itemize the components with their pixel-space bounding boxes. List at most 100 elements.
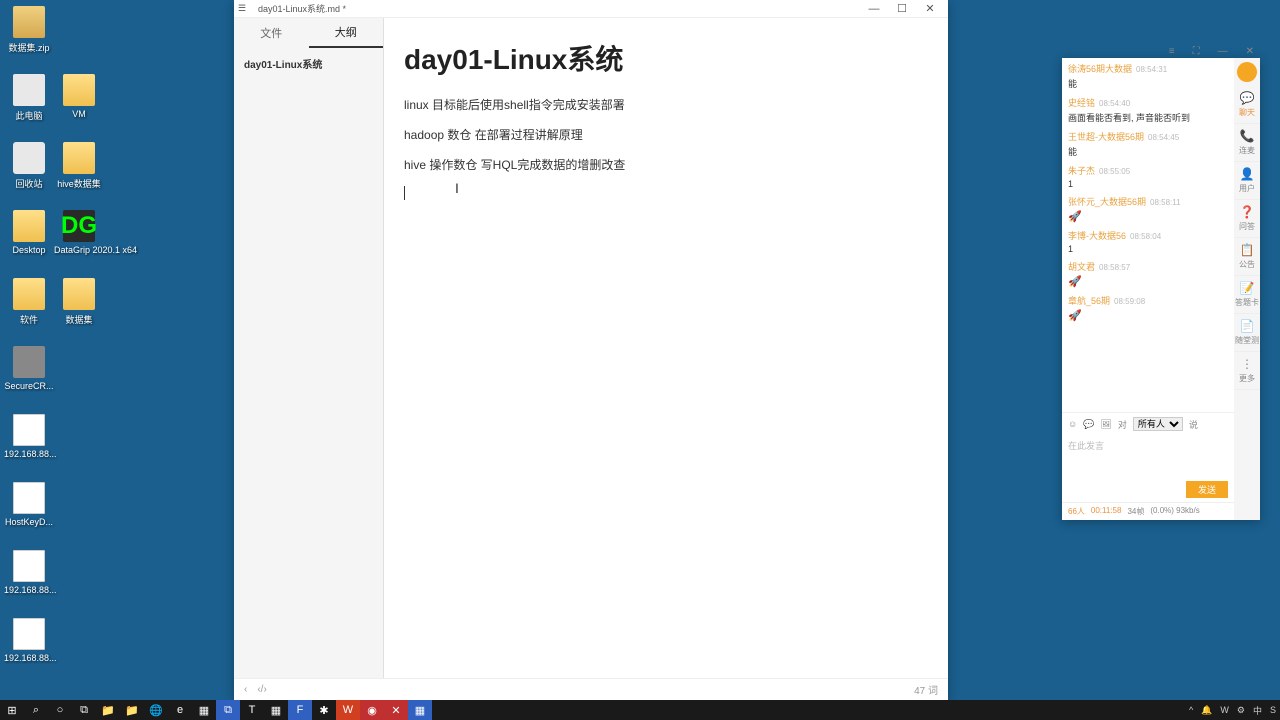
msg-body: 🚀 xyxy=(1068,210,1228,223)
taskbar-vscode[interactable]: ⧉ xyxy=(216,700,240,720)
msg-time: 08:54:45 xyxy=(1148,133,1179,142)
target-label: 对 xyxy=(1118,418,1127,431)
code-icon[interactable]: ‹/› xyxy=(257,684,266,695)
file-icon xyxy=(13,278,45,310)
editor-title: day01-Linux系统.md * xyxy=(258,2,860,15)
file-icon xyxy=(13,142,45,174)
tray-icon[interactable]: 🔔 xyxy=(1201,705,1212,716)
tray-icon[interactable]: ⚙ xyxy=(1237,705,1245,716)
taskbar-app[interactable]: ✕ xyxy=(384,700,408,720)
chat-expand-icon[interactable]: ⛶ xyxy=(1193,46,1200,57)
audience-select[interactable]: 所有人 xyxy=(1133,417,1183,431)
desktop-icon[interactable]: 192.168.88... xyxy=(4,414,54,459)
chat-message: 胡文君08:58:57🚀 xyxy=(1068,260,1228,288)
word-count: 47 词 xyxy=(914,682,938,697)
taskbar-app[interactable]: ◉ xyxy=(360,700,384,720)
side-icon: 📝 xyxy=(1240,281,1255,295)
send-button[interactable]: 发送 xyxy=(1186,481,1228,498)
msg-author: 章航_56期 xyxy=(1068,296,1110,306)
msg-author: 王世超-大数据56期 xyxy=(1068,132,1144,142)
icon-label: 此电脑 xyxy=(4,109,54,122)
taskbar-app[interactable]: ▦ xyxy=(408,700,432,720)
desktop-icon[interactable]: VM xyxy=(54,74,104,119)
taskbar-chrome[interactable]: 🌐 xyxy=(144,700,168,720)
desktop-icon[interactable]: 192.168.88... xyxy=(4,550,54,595)
taskview-button[interactable]: ⧉ xyxy=(72,700,96,720)
taskbar-typora[interactable]: T xyxy=(240,700,264,720)
desktop-icon[interactable]: HostKeyD... xyxy=(4,482,54,527)
msg-author: 胡文君 xyxy=(1068,262,1095,272)
emoji-icon[interactable]: ☺ xyxy=(1068,419,1077,429)
taskbar-app[interactable]: ▦ xyxy=(192,700,216,720)
taskbar-app[interactable]: ▦ xyxy=(264,700,288,720)
cortana-button[interactable]: ○ xyxy=(48,700,72,720)
tray-icon[interactable]: 中 xyxy=(1253,704,1262,717)
taskbar-app[interactable]: W xyxy=(336,700,360,720)
chat-minimize-button[interactable]: — xyxy=(1218,46,1228,57)
maximize-button[interactable]: ☐ xyxy=(888,2,916,15)
chat-message: 朱子杰08:55:051 xyxy=(1068,164,1228,189)
chat-message: 徐涛56期大数据08:54:31能 xyxy=(1068,62,1228,90)
side-icon: 💬 xyxy=(1240,91,1255,105)
editor-titlebar: ☰ day01-Linux系统.md * — ☐ ✕ xyxy=(234,0,948,18)
chat-input[interactable]: 在此发言 xyxy=(1062,435,1234,479)
desktop-icon[interactable]: Desktop xyxy=(4,210,54,255)
start-button[interactable]: ⊞ xyxy=(0,700,24,720)
chat-side-答题卡[interactable]: 📝答题卡 xyxy=(1234,276,1260,314)
icon-label: HostKeyD... xyxy=(4,517,54,527)
chat-message-list[interactable]: 徐涛56期大数据08:54:31能史经铭08:54:40画面看能否看到, 声音能… xyxy=(1062,58,1234,412)
chat-side-随堂测[interactable]: 📄随堂测 xyxy=(1234,314,1260,352)
taskbar-app[interactable]: 📁 xyxy=(96,700,120,720)
frame-rate: 34帧 xyxy=(1127,506,1144,517)
document-line: hadoop 数仓 在部署过程讲解原理 xyxy=(404,126,928,144)
file-icon xyxy=(13,346,45,378)
desktop-icon[interactable]: 此电脑 xyxy=(4,74,54,122)
icon-label: 192.168.88... xyxy=(4,585,54,595)
file-icon xyxy=(13,550,45,582)
chat-side-公告[interactable]: 📋公告 xyxy=(1234,238,1260,276)
tray-icon[interactable]: ^ xyxy=(1189,705,1193,715)
chat-side-更多[interactable]: ⋮更多 xyxy=(1234,352,1260,390)
side-icon: 📄 xyxy=(1240,319,1255,333)
taskbar-app[interactable]: ✱ xyxy=(312,700,336,720)
chat-side-用户[interactable]: 👤用户 xyxy=(1234,162,1260,200)
chat-side-聊天[interactable]: 💬聊天 xyxy=(1234,86,1260,124)
system-tray[interactable]: ^ 🔔 W ⚙ 中S xyxy=(1189,704,1280,717)
search-button[interactable]: ⌕ xyxy=(24,700,48,720)
desktop-icon[interactable]: 数据集 xyxy=(54,278,104,326)
file-icon xyxy=(63,74,95,106)
close-button[interactable]: ✕ xyxy=(916,2,944,15)
chat-bubble-icon[interactable]: 💬 xyxy=(1083,419,1094,430)
outline-item[interactable]: day01-Linux系统 xyxy=(234,48,383,79)
desktop-icon[interactable]: 软件 xyxy=(4,278,54,326)
chat-menu-icon[interactable]: ≡ xyxy=(1169,46,1175,57)
editor-statusbar: ‹ ‹/› 47 词 xyxy=(234,678,948,700)
hamburger-icon[interactable]: ☰ xyxy=(238,3,252,14)
editor-content[interactable]: day01-Linux系统 linux 目标能后使用shell指令完成安装部署 … xyxy=(384,18,948,678)
tray-icon[interactable]: S xyxy=(1270,705,1276,715)
taskbar-app[interactable]: 📁 xyxy=(120,700,144,720)
msg-body: 1 xyxy=(1068,179,1228,189)
minimize-button[interactable]: — xyxy=(860,3,888,15)
chat-side-问答[interactable]: ❓问答 xyxy=(1234,200,1260,238)
back-icon[interactable]: ‹ xyxy=(244,684,247,695)
avatar[interactable] xyxy=(1237,62,1257,82)
icon-label: 192.168.88... xyxy=(4,653,54,663)
editor-window: ☰ day01-Linux系统.md * — ☐ ✕ 文件 大纲 day01-L… xyxy=(234,0,948,700)
file-icon xyxy=(63,142,95,174)
image-icon[interactable]: 🖼 xyxy=(1100,419,1111,430)
desktop-icon[interactable]: DGDataGrip 2020.1 x64 xyxy=(54,210,104,255)
taskbar-app[interactable]: F xyxy=(288,700,312,720)
desktop-icon[interactable]: 192.168.88... xyxy=(4,618,54,663)
chat-close-button[interactable]: ✕ xyxy=(1246,46,1254,57)
desktop-icon[interactable]: hive数据集 xyxy=(54,142,104,190)
desktop-icon[interactable]: 数据集.zip xyxy=(4,6,54,54)
text-cursor xyxy=(404,186,405,200)
taskbar-edge[interactable]: e xyxy=(168,700,192,720)
desktop-icon[interactable]: SecureCR... xyxy=(4,346,54,391)
tab-files[interactable]: 文件 xyxy=(234,18,309,48)
chat-side-连麦[interactable]: 📞连麦 xyxy=(1234,124,1260,162)
desktop-icon[interactable]: 回收站 xyxy=(4,142,54,190)
tab-outline[interactable]: 大纲 xyxy=(309,18,384,48)
tray-icon[interactable]: W xyxy=(1220,705,1229,715)
